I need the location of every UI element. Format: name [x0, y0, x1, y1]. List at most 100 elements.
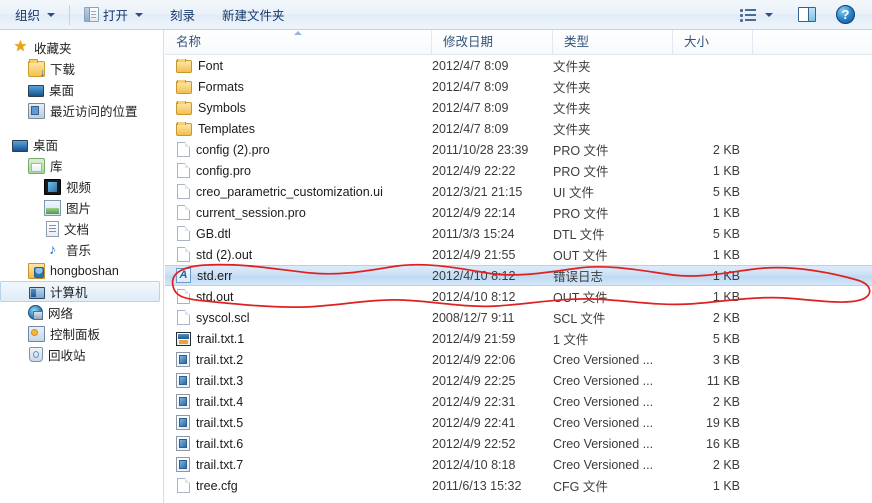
column-header-filler[interactable] — [753, 30, 872, 55]
table-row[interactable]: Font 2012/4/7 8:09 文件夹 — [165, 55, 872, 76]
change-view-button[interactable] — [731, 3, 782, 27]
sidebar-item-label: 视频 — [66, 181, 92, 195]
table-row[interactable]: config (2).pro 2011/10/28 23:39 PRO 文件 2 KB — [165, 139, 872, 160]
sidebar-item-downloads[interactable]: 下载 — [0, 58, 163, 79]
file-name-label: trail.txt.6 — [196, 436, 244, 451]
table-row[interactable]: trail.txt.6 2012/4/9 22:52 Creo Versioned … — [165, 433, 872, 454]
table-row[interactable]: trail.txt.5 2012/4/9 22:41 Creo Versioned … — [165, 412, 872, 433]
column-header-size[interactable]: 大小 — [673, 30, 753, 55]
navigation-pane[interactable]: ★ 收藏夹 下载 桌面 最近访问的位置 桌面 库 视频 — [0, 30, 164, 503]
sidebar-item-label: 音乐 — [66, 244, 92, 258]
file-size-cell: 1 KB — [712, 478, 740, 493]
error-log-a-icon: A — [176, 268, 191, 283]
file-name-cell: syscol.scl — [165, 310, 432, 325]
file-date-cell: 2012/4/9 22:22 — [432, 163, 516, 178]
file-type-cell: 文件夹 — [553, 81, 591, 95]
file-type-cell: OUT 文件 — [553, 249, 608, 263]
table-row[interactable]: trail.txt.7 2012/4/10 8:18 Creo Versioned … — [165, 454, 872, 475]
sidebar-item-label: 下载 — [50, 63, 76, 77]
help-button[interactable]: ? — [827, 3, 864, 27]
file-type-cell: PRO 文件 — [553, 144, 609, 158]
sidebar-item-documents[interactable]: 文档 — [0, 218, 163, 239]
sort-ascending-icon — [294, 30, 302, 35]
file-list-pane: 名称 修改日期 类型 大小 Font 2012/4/7 8:09 文件夹 Format… — [165, 30, 872, 503]
table-row[interactable]: std.out 2012/4/10 8:12 OUT 文件 1 KB — [165, 286, 872, 307]
file-type-cell: 文件夹 — [553, 102, 591, 116]
folder-icon — [176, 100, 192, 115]
table-row[interactable]: Templates 2012/4/7 8:09 文件夹 — [165, 118, 872, 139]
desktop-monitor-icon — [28, 84, 44, 97]
table-row[interactable]: Symbols 2012/4/7 8:09 文件夹 — [165, 97, 872, 118]
file-size-cell: 19 KB — [705, 415, 740, 430]
sidebar-item-music[interactable]: ♪ 音乐 — [0, 239, 163, 260]
file-size-cell: 1 KB — [712, 289, 740, 304]
table-row[interactable]: creo_parametric_customization.ui 2012/3/2… — [165, 181, 872, 202]
star-icon: ★ — [13, 37, 28, 55]
table-row[interactable]: Astd.err 2012/4/10 8:12 错误日志 1 KB — [165, 265, 872, 286]
file-date-cell: 2008/12/7 9:11 — [432, 310, 515, 325]
table-row[interactable]: syscol.scl 2008/12/7 9:11 SCL 文件 2 KB — [165, 307, 872, 328]
file-name-label: std.err — [197, 268, 233, 283]
open-label: 打开 — [103, 9, 129, 23]
file-type-cell: PRO 文件 — [553, 165, 609, 179]
sidebar-item-pictures[interactable]: 图片 — [0, 197, 163, 218]
chevron-down-icon — [135, 12, 144, 17]
file-name-label: Symbols — [198, 100, 246, 115]
preview-pane-button[interactable] — [789, 3, 825, 27]
file-name-label: current_session.pro — [196, 205, 306, 220]
sidebar-item-desktop-root[interactable]: 桌面 — [0, 134, 163, 155]
table-row[interactable]: trail.txt.2 2012/4/9 22:06 Creo Versioned … — [165, 349, 872, 370]
sidebar-item-desktop-fav[interactable]: 桌面 — [0, 79, 163, 100]
sidebar-item-videos[interactable]: 视频 — [0, 176, 163, 197]
sidebar-item-libraries[interactable]: 库 — [0, 155, 163, 176]
sidebar-item-computer[interactable]: 计算机 — [0, 281, 160, 302]
sidebar-item-recent-places[interactable]: 最近访问的位置 — [0, 100, 163, 121]
table-row[interactable]: trail.txt.1 2012/4/9 21:59 1 文件 5 KB — [165, 328, 872, 349]
file-name-label: Formats — [198, 79, 244, 94]
table-row[interactable]: std (2).out 2012/4/9 21:55 OUT 文件 1 KB — [165, 244, 872, 265]
new-folder-label: 新建文件夹 — [222, 9, 285, 23]
table-row[interactable]: GB.dtl 2011/3/3 15:24 DTL 文件 5 KB — [165, 223, 872, 244]
chevron-down-icon — [765, 12, 773, 17]
file-date-cell: 2011/10/28 23:39 — [432, 142, 529, 157]
table-row[interactable]: current_session.pro 2012/4/9 22:14 PRO 文件 1… — [165, 202, 872, 223]
table-row[interactable]: Formats 2012/4/7 8:09 文件夹 — [165, 76, 872, 97]
generic-file-icon — [177, 184, 190, 199]
file-date-cell: 2012/4/9 22:06 — [432, 352, 516, 367]
sidebar-item-control-panel[interactable]: 控制面板 — [0, 323, 163, 344]
organize-button[interactable]: 组织 — [6, 3, 64, 27]
generic-file-icon — [177, 226, 190, 241]
creo-versioned-icon — [176, 436, 190, 451]
file-date-cell: 2012/3/21 21:15 — [432, 184, 523, 199]
sidebar-item-recycle-bin[interactable]: 回收站 — [0, 344, 163, 365]
open-button[interactable]: 打开 — [75, 3, 152, 27]
burn-label: 刻录 — [170, 9, 196, 23]
sidebar-item-label: 回收站 — [48, 349, 86, 363]
file-type-cell: Creo Versioned ... — [553, 415, 654, 430]
file-name-cell: trail.txt.7 — [165, 457, 432, 472]
file-date-cell: 2012/4/9 22:25 — [432, 373, 516, 388]
file-name-label: std (2).out — [196, 247, 253, 262]
table-row[interactable]: trail.txt.3 2012/4/9 22:25 Creo Versioned … — [165, 370, 872, 391]
file-size-cell: 1 KB — [712, 247, 740, 262]
file-type-cell: Creo Versioned ... — [553, 352, 654, 367]
column-header-date-modified[interactable]: 修改日期 — [432, 30, 553, 55]
sidebar-item-network[interactable]: 网络 — [0, 302, 163, 323]
column-header-name[interactable]: 名称 — [165, 30, 432, 55]
new-folder-button[interactable]: 新建文件夹 — [213, 3, 294, 27]
sidebar-item-label: 图片 — [66, 202, 92, 216]
sidebar-item-label: 网络 — [48, 307, 74, 321]
sidebar-item-hongboshan[interactable]: hongboshan — [0, 260, 163, 281]
download-folder-icon — [28, 58, 45, 78]
creo-versioned-icon — [176, 373, 190, 388]
column-header-type[interactable]: 类型 — [553, 30, 673, 55]
table-row[interactable]: trail.txt.4 2012/4/9 22:31 Creo Versioned … — [165, 391, 872, 412]
explorer-window: 组织 打开 刻录 新建文件夹 ? ★ 收藏夹 ↓ 下载 桌面 最近访问的位置 桌… — [0, 0, 872, 503]
column-header-label: 大小 — [684, 34, 710, 49]
sidebar-item-favorites[interactable]: ★ 收藏夹 — [0, 37, 163, 58]
help-icon: ? — [836, 5, 855, 24]
table-row[interactable]: tree.cfg 2011/6/13 15:32 CFG 文件 1 KB — [165, 475, 872, 496]
burn-button[interactable]: 刻录 — [161, 3, 204, 27]
sidebar-item-label: 控制面板 — [50, 328, 101, 342]
table-row[interactable]: config.pro 2012/4/9 22:22 PRO 文件 1 KB — [165, 160, 872, 181]
